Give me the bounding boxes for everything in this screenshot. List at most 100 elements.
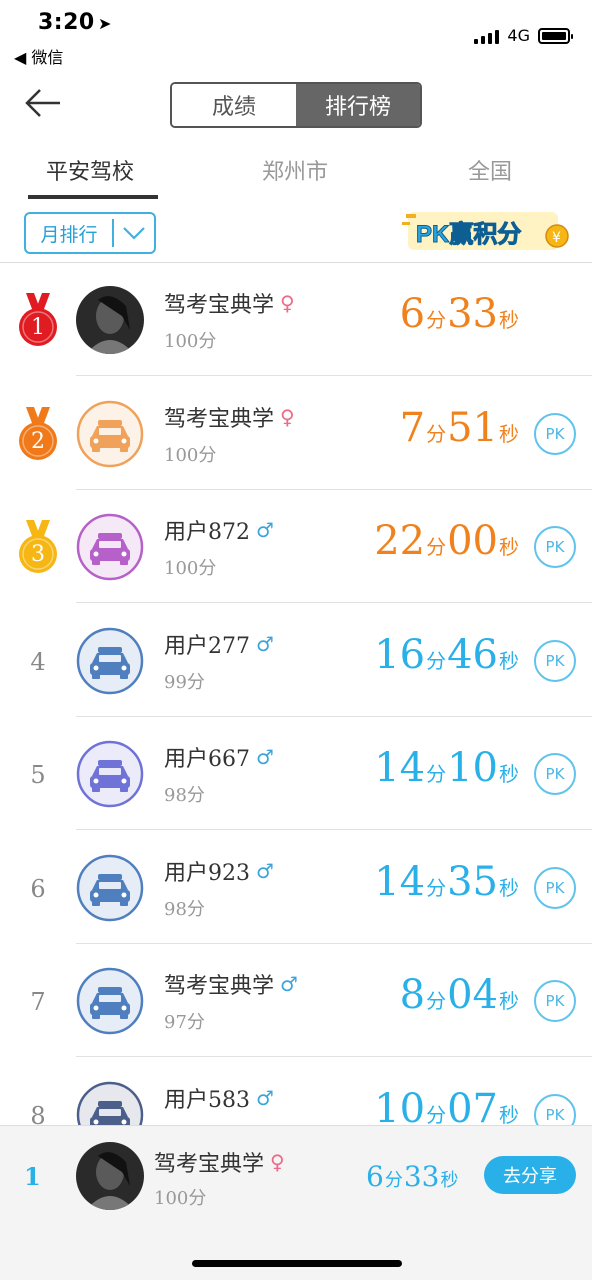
my-score: 100分 — [154, 1188, 207, 1209]
finish-time: 6 分 33 秒 — [399, 291, 519, 337]
user-score: 99分 — [164, 671, 205, 693]
rank-number: 5 — [30, 761, 46, 789]
user-name-line: 用户277 ♂ — [164, 628, 274, 660]
tab-national[interactable]: 全国 — [420, 140, 560, 200]
rank-number: 4 — [30, 647, 46, 676]
rank-number: 2 — [31, 428, 45, 454]
segmented-control: 成绩 排行榜 — [170, 82, 422, 128]
pk-button[interactable]: PK — [534, 1093, 576, 1125]
pk-button[interactable]: PK — [534, 866, 576, 909]
finish-time: 14 分 10 秒 — [374, 745, 519, 791]
medal-icon: 2 — [14, 405, 62, 465]
tab-city[interactable]: 郑州市 — [220, 140, 370, 200]
car-avatar-icon — [76, 513, 144, 581]
pk-button[interactable]: PK — [534, 639, 576, 682]
user-name-line: 驾考宝典学 ♀ — [164, 401, 295, 433]
pk-button[interactable]: PK — [534, 980, 576, 1022]
location-arrow-icon: ➤ — [98, 14, 112, 33]
user-score: 98分 — [164, 898, 205, 920]
pk-points-badge[interactable]: PK赢积分 ¥ — [402, 206, 572, 256]
female-icon: ♀ — [280, 404, 295, 429]
rank-number: 8 — [30, 1101, 46, 1126]
avatar — [76, 286, 144, 354]
female-icon: ♀ — [280, 291, 295, 315]
segment-leaderboard[interactable]: 排行榜 — [296, 84, 420, 126]
male-icon: ♂ — [256, 1085, 274, 1110]
user-name: 用户277 — [164, 633, 250, 659]
finish-time: 7 分 51 秒 — [399, 404, 519, 451]
period-filter-label: 月排行 — [40, 223, 98, 246]
my-rank-number: 1 — [24, 1162, 41, 1191]
rank-number: 3 — [31, 542, 45, 567]
car-avatar-icon — [76, 400, 144, 468]
car-avatar-icon — [76, 854, 144, 922]
car-avatar-icon — [76, 967, 144, 1035]
leaderboard-row[interactable]: 6 用户923 ♂ 98分 14 分 35 秒 PK — [0, 831, 592, 944]
pk-button[interactable]: PK — [534, 753, 576, 795]
leaderboard-row[interactable]: 8 用户583 ♂ 10 分 07 秒 PK — [0, 1058, 592, 1126]
male-icon: ♂ — [256, 745, 274, 769]
period-filter-dropdown[interactable]: 月排行 — [24, 212, 156, 254]
back-to-app-link[interactable]: ◀ 微信 — [14, 44, 63, 68]
rank-number: 7 — [30, 988, 46, 1016]
leaderboard-row[interactable]: 4 用户277 ♂ 99分 16 分 46 秒 PK — [0, 604, 592, 717]
segment-results[interactable]: 成绩 — [172, 84, 296, 126]
car-avatar-icon — [76, 740, 144, 808]
pk-button[interactable]: PK — [534, 526, 576, 568]
user-name-line: 用户872 ♂ — [164, 514, 274, 546]
battery-icon — [538, 27, 573, 44]
finish-time: 14 分 35 秒 — [374, 858, 519, 905]
network-type: 4G — [507, 26, 530, 45]
user-score: 100分 — [164, 331, 217, 352]
my-name-line: 驾考宝典学 ♀ — [154, 1146, 285, 1178]
user-name-line: 驾考宝典学 ♂ — [164, 968, 298, 1000]
my-time: 6 分 33 秒 — [366, 1160, 459, 1193]
finish-time: 8 分 04 秒 — [399, 972, 519, 1018]
car-avatar-icon — [76, 627, 144, 695]
my-avatar — [76, 1142, 144, 1210]
status-icons: 4G — [474, 26, 573, 45]
share-button[interactable]: 去分享 — [484, 1156, 576, 1194]
medal-icon: 1 — [14, 291, 62, 351]
pk-button[interactable]: PK — [534, 412, 576, 455]
user-name: 用户872 — [164, 520, 250, 545]
status-time: 3:20 — [38, 10, 95, 35]
my-rank-bar: 1 驾考宝典学 ♀ 100分 6 分 33 秒 去分享 — [0, 1125, 592, 1280]
user-name: 驾考宝典学 — [164, 406, 275, 432]
rank-number: 6 — [30, 874, 46, 903]
user-name-line: 用户583 ♂ — [164, 1082, 274, 1114]
user-name: 驾考宝典学 — [164, 974, 275, 999]
car-avatar-icon — [76, 1081, 144, 1125]
user-name: 驾考宝典学 — [164, 293, 275, 318]
male-icon: ♂ — [256, 518, 274, 542]
tab-school[interactable]: 平安驾校 — [20, 140, 160, 200]
status-bar: 3:20 ➤ ◀ 微信 4G — [0, 0, 592, 70]
male-icon: ♂ — [280, 972, 298, 996]
my-name: 驾考宝典学 — [154, 1152, 265, 1177]
finish-time: 10 分 07 秒 — [374, 1085, 519, 1126]
finish-time: 22 分 00 秒 — [374, 518, 519, 564]
leaderboard-list: 1 驾考宝典学 ♀ 100分 6 分 33 秒 2 驾考宝典学 ♀ 100分 7 分 51 秒 PK 3 用户872… — [0, 263, 592, 1125]
back-arrow-icon[interactable] — [24, 86, 64, 120]
user-name-line: 用户923 ♂ — [164, 855, 274, 887]
user-name-line: 驾考宝典学 ♀ — [164, 287, 295, 319]
leaderboard-row[interactable]: 2 驾考宝典学 ♀ 100分 7 分 51 秒 PK — [0, 377, 592, 490]
home-indicator[interactable] — [192, 1260, 402, 1267]
user-score: 100分 — [164, 558, 217, 579]
region-tabs: 平安驾校 郑州市 全国 — [0, 140, 592, 200]
user-score: 100分 — [164, 444, 217, 466]
pk-badge-text: PK赢积分 — [416, 220, 521, 248]
user-name-line: 用户667 ♂ — [164, 741, 274, 773]
chevron-down-icon — [114, 213, 154, 253]
leaderboard-row[interactable]: 3 用户872 ♂ 100分 22 分 00 秒 PK — [0, 490, 592, 603]
medal-icon: 3 — [14, 518, 62, 578]
leaderboard-row[interactable]: 7 驾考宝典学 ♂ 97分 8 分 04 秒 PK — [0, 944, 592, 1057]
signal-icon — [474, 28, 500, 44]
leaderboard-row[interactable]: 1 驾考宝典学 ♀ 100分 6 分 33 秒 — [0, 263, 592, 376]
finish-time: 16 分 46 秒 — [374, 631, 519, 678]
leaderboard-row[interactable]: 5 用户667 ♂ 98分 14 分 10 秒 PK — [0, 717, 592, 830]
male-icon: ♂ — [256, 631, 274, 656]
user-name: 用户667 — [164, 747, 250, 772]
male-icon: ♂ — [256, 858, 274, 883]
user-score: 98分 — [164, 785, 205, 806]
